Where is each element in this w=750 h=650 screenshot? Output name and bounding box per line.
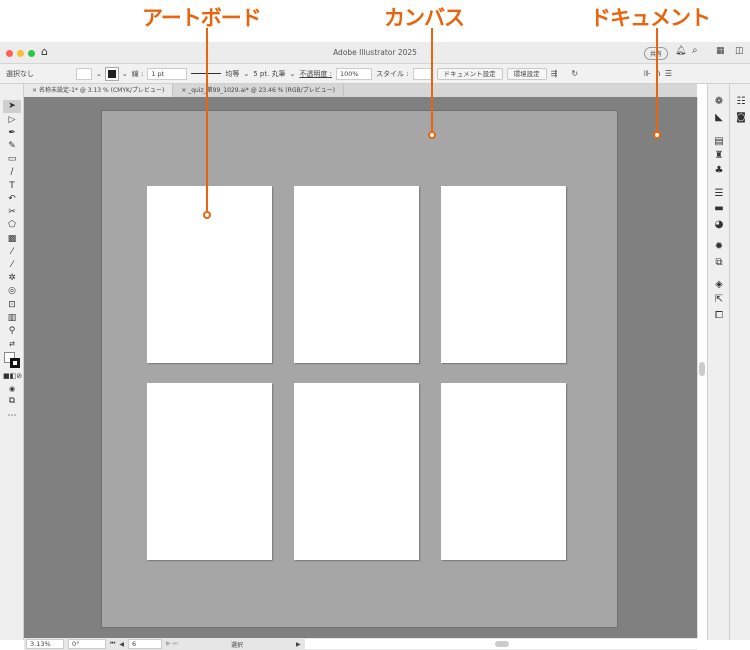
opacity-input[interactable]: 100% <box>336 67 373 80</box>
vertical-scrollbar[interactable] <box>697 97 707 638</box>
prev-artboard-button[interactable]: ◀ <box>119 641 124 648</box>
asset-export-icon[interactable]: ⇱ <box>710 294 728 305</box>
tab-label: _quiz_第99_1029.ai* @ 23.46 % (RGB/プレビュー) <box>188 87 335 94</box>
tab-document-1[interactable]: × 名称未設定-1* @ 3.13 % (CMYK/プレビュー) <box>24 84 174 97</box>
symbols-panel-icon[interactable]: ♣ <box>710 165 728 176</box>
eyedropper-tool-icon[interactable]: ⁄ <box>3 259 21 272</box>
tab-document-2[interactable]: × _quiz_第99_1029.ai* @ 23.46 % (RGB/プレビュ… <box>173 84 344 97</box>
annotation-canvas: カンバス <box>384 6 465 30</box>
annotation-line-canvas <box>431 28 433 131</box>
direct-selection-tool-icon[interactable]: ▷ <box>3 114 21 127</box>
graph-tool-icon[interactable]: ▥ <box>3 312 21 325</box>
next-artboard-button[interactable]: ▶ ⏭ <box>166 640 178 648</box>
stroke-label: 線 : <box>131 69 144 78</box>
gradient-panel-icon[interactable]: ▬ <box>710 203 728 214</box>
artboard-3[interactable] <box>441 186 566 363</box>
document-settings-button[interactable]: ドキュメント設定 <box>436 67 503 80</box>
artboard-4[interactable] <box>147 383 272 560</box>
swap-colors-icon[interactable]: ⇄ <box>3 338 21 351</box>
annotation-line-artboard <box>206 28 208 211</box>
control-bar: 選択なし ⌄ ⌄ 線 : 1 pt 均等 ⌄ 5 pt. 丸筆 ⌄ 不透明度 : 1… <box>0 64 750 84</box>
annotation-dot-canvas <box>428 131 436 139</box>
bell-icon[interactable]: 🔔︎ <box>675 46 686 56</box>
shape-builder-icon[interactable]: ⬠ <box>3 219 21 232</box>
stroke-weight-input[interactable]: 1 pt <box>147 67 188 80</box>
color-guide-icon[interactable]: ✹ <box>710 241 728 252</box>
image-trace-icon[interactable]: ▤ <box>710 136 728 147</box>
stroke-profile-select[interactable]: 均等 <box>225 69 239 79</box>
status-bar: 3.13% 0° ⏮ ◀ 6 ▶ ⏭ 選択 ▶ <box>24 638 697 650</box>
annotation-dot-document <box>653 131 661 139</box>
artboard-6[interactable] <box>441 383 566 560</box>
style-label: スタイル : <box>376 69 409 78</box>
tools-panel: ➤ ▷ ✒ ✎ ▭ ∕ T ↶ ✂ ⬠ ▩ ⁄ ⁄ ✲ ◎ ⊡ ▥ ⚲ ⇄ ■◧… <box>0 84 24 640</box>
color-mode-icon[interactable]: ■◧⊘ <box>3 370 22 383</box>
annotation-line-document <box>656 28 658 131</box>
title-bar: ⌂ Adobe Illustrator 2025 共有 🔔︎ ⌕ ▦ ◫ <box>0 42 750 64</box>
zoom-select[interactable]: 3.13% <box>26 639 64 649</box>
blend-tool-icon[interactable]: ◎ <box>3 285 21 298</box>
select-similar-icon[interactable]: ⇶ <box>551 69 558 78</box>
opacity-label[interactable]: 不透明度 : <box>299 69 332 79</box>
properties-panel-icon[interactable]: ☷ <box>732 96 750 107</box>
scissors-tool-icon[interactable]: ✂ <box>3 206 21 219</box>
panel-dock: ❁ ◣ ▤ ♜ ♣ ☰ ▬ ◕ ✹ ⧉ ◈ ⇱ ⧠ <box>707 84 729 640</box>
libraries-panel-icon[interactable]: ◙ <box>732 112 750 123</box>
workspace-icon[interactable]: ▦ <box>716 46 725 56</box>
document-tabs: × 名称未設定-1* @ 3.13 % (CMYK/プレビュー) × _quiz… <box>24 84 697 97</box>
brush-tool-icon[interactable]: ∕ <box>3 166 21 179</box>
stroke-panel-icon[interactable]: ☰ <box>710 188 728 199</box>
panel-layout-icon[interactable]: ◫ <box>735 46 744 56</box>
scroll-thumb[interactable] <box>494 641 509 647</box>
layers-panel-icon[interactable]: ◈ <box>710 279 728 290</box>
transparency-panel-icon[interactable]: ◣ <box>710 112 728 123</box>
panel-menu-icon[interactable]: ☰ <box>665 69 672 78</box>
appearance-panel-icon[interactable]: ❁ <box>710 96 728 107</box>
selection-status: 選択なし <box>6 69 34 78</box>
rectangle-tool-icon[interactable]: ▭ <box>3 153 21 166</box>
tab-label: 名称未設定-1* @ 3.13 % (CMYK/プレビュー) <box>38 87 165 94</box>
artboard-number-select[interactable]: 6 <box>128 639 163 649</box>
scroll-thumb[interactable] <box>699 362 705 376</box>
curvature-tool-icon[interactable]: ✎ <box>3 140 21 153</box>
puppet-icon[interactable]: ♜ <box>710 150 728 161</box>
more-tools-icon[interactable]: ⋯ <box>3 410 21 423</box>
type-tool-icon[interactable]: T <box>3 180 21 193</box>
selection-tool-icon[interactable]: ➤ <box>3 100 21 113</box>
horizontal-scrollbar[interactable] <box>304 639 697 649</box>
artboard-5[interactable] <box>294 383 419 560</box>
artboard-2[interactable] <box>294 186 419 363</box>
stroke-color-icon[interactable] <box>10 358 20 368</box>
export-panel-icon[interactable]: ⧉ <box>710 257 728 268</box>
rotate-view-select[interactable]: 0° <box>68 639 106 649</box>
recolor-icon[interactable]: ↻ <box>571 69 578 78</box>
annotation-dot-artboard <box>203 211 211 219</box>
rotate-tool-icon[interactable]: ↶ <box>3 193 21 206</box>
preferences-button[interactable]: 環境設定 <box>506 67 547 80</box>
search-icon[interactable]: ⌕ <box>692 45 698 56</box>
gradient-tool-icon[interactable]: ▩ <box>3 233 21 246</box>
first-artboard-button[interactable]: ⏮ <box>110 640 115 648</box>
pen-tool-icon[interactable]: ✒ <box>3 127 21 140</box>
window-title: Adobe Illustrator 2025 <box>333 48 417 57</box>
artboard-tool-icon[interactable]: ⊡ <box>3 299 21 312</box>
style-swatch[interactable] <box>412 67 433 80</box>
annotation-document: ドキュメント <box>590 6 711 30</box>
current-tool-label: 選択 <box>230 641 243 649</box>
align-icon[interactable]: ⊪ <box>644 69 651 78</box>
transparency-icon[interactable]: ◕ <box>710 219 728 230</box>
stroke-swatch[interactable] <box>104 66 119 81</box>
annotation-artboard: アートボード <box>142 6 262 30</box>
status-menu-button[interactable]: ▶ <box>296 641 301 648</box>
zoom-tool-icon[interactable]: ⚲ <box>3 325 21 338</box>
symbol-sprayer-icon[interactable]: ✲ <box>3 272 21 285</box>
fill-swatch[interactable] <box>76 67 92 80</box>
mesh-tool-icon[interactable]: ⁄ <box>3 246 21 259</box>
panel-dock-2: ☷ ◙ <box>729 84 750 640</box>
brush-select[interactable]: 5 pt. 丸筆 <box>253 69 285 79</box>
artboards-panel-icon[interactable]: ⧠ <box>710 310 728 321</box>
screen-mode-icon[interactable]: ⧉ <box>3 395 21 408</box>
